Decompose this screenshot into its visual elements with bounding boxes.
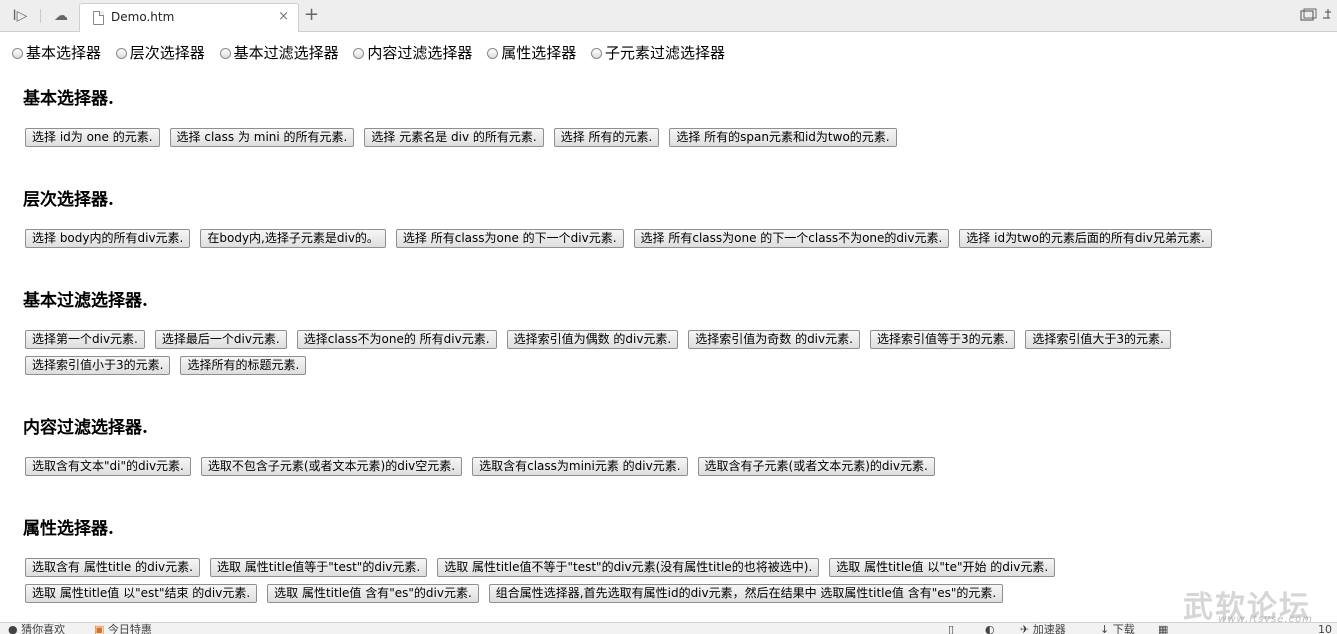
- radio-button-icon[interactable]: [590, 47, 602, 59]
- selector-button[interactable]: 选择索引值大于3的元素.: [1025, 330, 1171, 349]
- button-row: 选择 id为 one 的元素. 选择 class 为 mini 的所有元素. 选择 …: [25, 128, 907, 147]
- selector-button[interactable]: 选择 body内的所有div元素.: [25, 229, 191, 248]
- tab-demo[interactable]: Demo.htm ×: [79, 3, 299, 32]
- selector-button[interactable]: 在body内,选择子元素是div的。: [200, 229, 386, 248]
- selector-button[interactable]: 选择索引值等于3的元素.: [869, 330, 1016, 349]
- shield-icon[interactable]: ◐: [985, 624, 995, 634]
- selector-button[interactable]: 选取含有文本"di"的div元素.: [25, 457, 191, 476]
- selector-button[interactable]: 选择最后一个div元素.: [154, 330, 287, 349]
- cloud-icon[interactable]: ☁: [51, 6, 71, 26]
- selector-button[interactable]: 选取 属性title值 含有"es"的div元素.: [267, 584, 479, 603]
- button-row: 选取含有文本"di"的div元素. 选取不包含子元素(或者文本元素)的div空元素…: [25, 457, 945, 476]
- selector-button[interactable]: 选取 属性title值不等于"test"的div元素(没有属性title的也将被…: [437, 558, 820, 577]
- button-row: 选取 属性title值 以"est"结束 的div元素. 选取 属性title值 …: [25, 584, 1013, 603]
- button-row: 选择第一个div元素. 选择最后一个div元素. 选择class不为one的 所有d…: [25, 330, 1181, 349]
- status-today-deals[interactable]: ▣ 今日特惠: [94, 624, 152, 634]
- radio-option[interactable]: 层次选择器: [115, 43, 205, 63]
- selector-button[interactable]: 选择 所有class为one 的下一个class不为one的div元素.: [633, 229, 950, 248]
- radio-button-icon[interactable]: [487, 47, 499, 59]
- phone-icon[interactable]: ▯: [948, 624, 954, 634]
- close-tab-icon[interactable]: ×: [278, 9, 289, 25]
- toolbar-separator: [40, 9, 41, 23]
- status-download[interactable]: ↓ 下载: [1100, 624, 1135, 634]
- status-zoom[interactable]: 10: [1318, 624, 1332, 634]
- section-title-basic-filter: 基本过滤选择器.: [23, 291, 148, 311]
- selector-button[interactable]: 选择 元素名是 div 的所有元素.: [364, 128, 544, 147]
- selector-button[interactable]: 选择索引值小于3的元素.: [25, 356, 171, 375]
- selector-button[interactable]: 选择class不为one的 所有div元素.: [296, 330, 497, 349]
- selector-button[interactable]: 选择 class 为 mini 的所有元素.: [169, 128, 355, 147]
- sidebar-toggle-icon[interactable]: I▷: [10, 6, 30, 26]
- window-icon[interactable]: ▦: [1158, 624, 1168, 634]
- selector-button[interactable]: 选取 属性title值 以"est"结束 的div元素.: [25, 584, 258, 603]
- status-guess-you-like[interactable]: ● 猜你喜欢: [8, 624, 65, 634]
- selector-button[interactable]: 选取 属性title值等于"test"的div元素.: [209, 558, 428, 577]
- radio-button-icon[interactable]: [12, 47, 23, 59]
- radio-option[interactable]: 子元素过滤选择器: [590, 43, 725, 63]
- tab-list-icon[interactable]: [1297, 6, 1337, 26]
- button-row: 选取含有 属性title 的div元素. 选取 属性title值等于"test"的…: [25, 558, 1065, 577]
- selector-button[interactable]: 选择 id为 one 的元素.: [25, 128, 160, 147]
- selector-type-radio-group: 基本选择器 层次选择器 基本过滤选择器 内容过滤选择器 属性选择器 子元素过滤选…: [12, 42, 735, 63]
- browser-tab-bar: I▷ ☁ Demo.htm × +: [0, 0, 1337, 32]
- radio-button-icon[interactable]: [353, 47, 365, 59]
- button-row: 选择 body内的所有div元素. 在body内,选择子元素是div的。 选择 所有…: [25, 229, 1222, 248]
- window-controls: [1297, 6, 1337, 26]
- tab-title: Demo.htm: [111, 10, 175, 24]
- selector-button[interactable]: 选择索引值为奇数 的div元素.: [688, 330, 860, 349]
- selector-button[interactable]: 选择 所有的元素.: [553, 128, 660, 147]
- calendar-icon: ▣: [94, 623, 105, 634]
- document-icon: [93, 11, 104, 25]
- selector-button[interactable]: 选取含有子元素(或者文本元素)的div元素.: [697, 457, 935, 476]
- selector-button[interactable]: 选择索引值为偶数 的div元素.: [506, 330, 679, 349]
- radio-option[interactable]: 基本过滤选择器: [219, 43, 339, 63]
- radio-option[interactable]: 基本选择器: [12, 43, 101, 63]
- page-content: 基本选择器 层次选择器 基本过滤选择器 内容过滤选择器 属性选择器 子元素过滤选…: [0, 32, 1337, 622]
- selector-button[interactable]: 选取 属性title值 以"te"开始 的div元素.: [829, 558, 1056, 577]
- selector-button[interactable]: 选择 所有class为one 的下一个div元素.: [395, 229, 624, 248]
- radio-option[interactable]: 内容过滤选择器: [353, 43, 472, 63]
- new-tab-icon[interactable]: +: [304, 5, 319, 25]
- radio-option[interactable]: 属性选择器: [487, 43, 576, 63]
- selector-button[interactable]: 选择 id为two的元素后面的所有div兄弟元素.: [959, 229, 1212, 248]
- selector-button[interactable]: 选取不包含子元素(或者文本元素)的div空元素.: [200, 457, 463, 476]
- section-title-basic: 基本选择器.: [23, 89, 114, 109]
- radio-button-icon[interactable]: [115, 47, 127, 59]
- button-row: 选择索引值小于3的元素. 选择所有的标题元素.: [25, 356, 316, 375]
- selector-button[interactable]: 选取含有 属性title 的div元素.: [25, 558, 200, 577]
- radio-button-icon[interactable]: [219, 47, 231, 59]
- selector-button[interactable]: 选择第一个div元素.: [25, 330, 145, 349]
- status-accelerator[interactable]: ✈ 加速器: [1020, 624, 1066, 634]
- section-title-content-filter: 内容过滤选择器.: [23, 418, 148, 438]
- selector-button[interactable]: 选取含有class为mini元素 的div元素.: [472, 457, 688, 476]
- selector-button[interactable]: 选择所有的标题元素.: [180, 356, 307, 375]
- section-title-hierarchy: 层次选择器.: [23, 190, 114, 210]
- selector-button[interactable]: 选择 所有的span元素和id为two的元素.: [669, 128, 897, 147]
- selector-button[interactable]: 组合属性选择器,首先选取有属性id的div元素，然后在结果中 选取属性title…: [488, 584, 1004, 603]
- section-title-attribute: 属性选择器.: [23, 519, 114, 539]
- browser-status-bar: ● 猜你喜欢 ▣ 今日特惠 ▯ ◐ ✈ 加速器 ↓ 下载 ▦ 10: [0, 622, 1337, 634]
